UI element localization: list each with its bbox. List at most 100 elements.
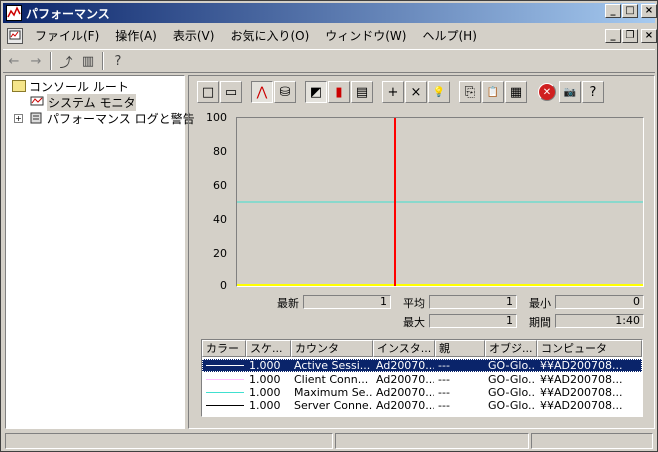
legend-computer: ¥¥AD200708... (540, 359, 623, 372)
title-bar[interactable]: パフォーマンス (3, 3, 655, 23)
status-bar (3, 431, 655, 451)
copy-properties-icon[interactable]: ⎘ (459, 81, 481, 103)
minimize-window-button[interactable]: _ (605, 4, 621, 18)
add-counter-icon[interactable]: + (382, 81, 404, 103)
tree-node-system-monitor[interactable]: システム モニタ (30, 93, 137, 111)
system-monitor-icon (30, 96, 44, 108)
console-system-menu-icon[interactable] (7, 28, 23, 44)
up-folder-icon[interactable]: ⤴ (55, 51, 77, 71)
tree-node-label: システム モニタ (47, 93, 137, 111)
legend-parent: --- (438, 399, 450, 412)
clear-display-icon[interactable]: ▭ (220, 81, 242, 103)
back-arrow-icon[interactable]: ← (3, 51, 25, 71)
performance-logs-icon (30, 112, 44, 124)
mdi-minimize-button[interactable]: _ (605, 29, 621, 43)
new-counter-set-icon[interactable]: □ (197, 81, 219, 103)
tree-node-console-root[interactable]: コンソール ルート (12, 78, 129, 94)
help-icon[interactable]: ? (107, 51, 129, 71)
menu-view[interactable]: 表示(V) (165, 26, 223, 46)
sysmon-help-icon[interactable]: ? (582, 81, 604, 103)
legend-parent: --- (438, 373, 450, 386)
legend-object: GO-Glo... (488, 399, 536, 412)
view-log-data-icon[interactable]: ⛁ (274, 81, 296, 103)
toolbar-separator (50, 52, 52, 70)
legend-row[interactable]: 1.000 Client Conn... Ad20070... --- GO-G… (202, 373, 642, 386)
tree-node-perf-logs[interactable]: パフォーマンス ログと警告 (30, 110, 195, 126)
legend-color-swatch (206, 392, 244, 393)
y-tick-label: 60 (213, 179, 227, 192)
legend-color-swatch (206, 379, 244, 380)
legend-object: GO-Glo... (488, 386, 536, 399)
menu-bar: ファイル(F) 操作(A) 表示(V) お気に入り(O) ウィンドウ(W) ヘル… (3, 25, 655, 47)
tree-node-label: コンソール ルート (29, 79, 129, 94)
menu-file[interactable]: ファイル(F) (27, 26, 107, 46)
mdi-close-button[interactable]: × (641, 29, 657, 43)
status-panel (5, 433, 333, 449)
legend-header-color[interactable]: カラー (202, 340, 246, 357)
duration-label: 期間 (529, 316, 551, 329)
show-hide-tree-icon[interactable]: ▥ (77, 51, 99, 71)
close-window-button[interactable]: × (641, 4, 657, 18)
performance-app-icon[interactable] (6, 5, 22, 21)
average-label: 平均 (403, 297, 425, 310)
legend-instance: Ad20070... (376, 399, 434, 412)
legend-instance: Ad20070... (376, 359, 434, 372)
legend-header-computer[interactable]: コンピュータ (537, 340, 642, 357)
graph-plot-area (237, 118, 643, 286)
forward-arrow-icon[interactable]: → (25, 51, 47, 71)
view-histogram-icon[interactable]: ▮ (328, 81, 350, 103)
legend-computer: ¥¥AD200708... (540, 399, 623, 412)
counter-graph[interactable] (236, 117, 644, 287)
folder-icon (12, 80, 26, 92)
menu-favorites[interactable]: お気に入り(O) (222, 26, 317, 46)
y-tick-label: 80 (213, 145, 227, 158)
legend-computer: ¥¥AD200708... (540, 373, 623, 386)
status-panel (531, 433, 653, 449)
update-data-icon[interactable]: 📷 (559, 81, 581, 103)
legend-row[interactable]: 1.000 Server Conne... Ad20070... --- GO-… (202, 399, 642, 412)
legend-scale: 1.000 (249, 399, 281, 412)
last-value: 1 (303, 295, 391, 309)
menu-help[interactable]: ヘルプ(H) (414, 26, 484, 46)
tree-expand-button[interactable]: + (14, 114, 23, 123)
legend-header-scale[interactable]: スケ... (246, 340, 291, 357)
legend-instance: Ad20070... (376, 386, 434, 399)
freeze-display-icon[interactable]: ✕ (538, 83, 556, 101)
view-graph-icon[interactable]: ◩ (305, 81, 327, 103)
y-tick-label: 20 (213, 247, 227, 260)
legend-header-parent[interactable]: 親 (435, 340, 485, 357)
toolbar-separator (102, 52, 104, 70)
legend-counter: Server Conne... (294, 399, 372, 412)
legend-instance: Ad20070... (376, 373, 434, 386)
properties-icon[interactable]: ▦ (505, 81, 527, 103)
maximum-value: 1 (429, 314, 517, 328)
legend-header-counter[interactable]: カウンタ (291, 340, 373, 357)
maximize-window-button[interactable]: □ (622, 4, 638, 18)
legend-color-swatch (206, 405, 244, 406)
status-panel (335, 433, 529, 449)
delete-counter-icon[interactable]: × (405, 81, 427, 103)
legend-counter: Active Sessi... (294, 359, 371, 372)
legend-header-object[interactable]: オブジ... (485, 340, 537, 357)
legend-scale: 1.000 (249, 373, 281, 386)
view-report-icon[interactable]: ▤ (351, 81, 373, 103)
paste-counter-list-icon[interactable]: 📋 (482, 81, 504, 103)
legend-parent: --- (438, 359, 450, 372)
highlight-icon[interactable]: 💡 (428, 81, 450, 103)
legend-scale: 1.000 (249, 386, 281, 399)
system-monitor-pane: □ ▭ ⋀ ⛁ ◩ ▮ ▤ + × 💡 ⎘ 📋 ▦ ✕ 📷 ? 100 80 6… (188, 75, 655, 429)
minimum-value: 0 (555, 295, 644, 309)
average-value: 1 (429, 295, 517, 309)
legend-row[interactable]: 1.000 Active Sessi... Ad20070... --- GO-… (202, 359, 642, 372)
menu-window[interactable]: ウィンドウ(W) (317, 26, 414, 46)
menu-action[interactable]: 操作(A) (107, 26, 165, 46)
console-tree[interactable]: コンソール ルート システム モニタ + パフォーマンス ログと警告 (5, 75, 195, 429)
mdi-restore-button[interactable]: ❐ (622, 29, 638, 43)
legend-row[interactable]: 1.000 Maximum Se... Ad20070... --- GO-Gl… (202, 386, 642, 399)
tree-node-label: パフォーマンス ログと警告 (47, 111, 195, 126)
counter-legend[interactable]: カラー スケ... カウンタ インスタ... 親 オブジ... コンピュータ 1… (201, 339, 643, 417)
legend-scale: 1.000 (249, 359, 281, 372)
view-current-activity-icon[interactable]: ⋀ (251, 81, 273, 103)
legend-header-instance[interactable]: インスタ... (373, 340, 435, 357)
maximum-label: 最大 (403, 316, 425, 329)
